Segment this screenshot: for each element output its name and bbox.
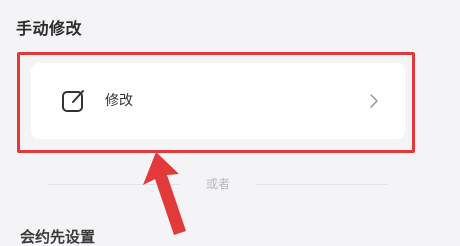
or-divider: 或者 [48, 176, 388, 192]
next-section-title: 会约先设置 [20, 228, 96, 246]
red-arrow-annotation [143, 152, 186, 235]
section-title-manual-edit: 手动修改 [16, 19, 83, 38]
highlight-annotation-box [17, 52, 415, 153]
divider-line-right [256, 184, 388, 185]
